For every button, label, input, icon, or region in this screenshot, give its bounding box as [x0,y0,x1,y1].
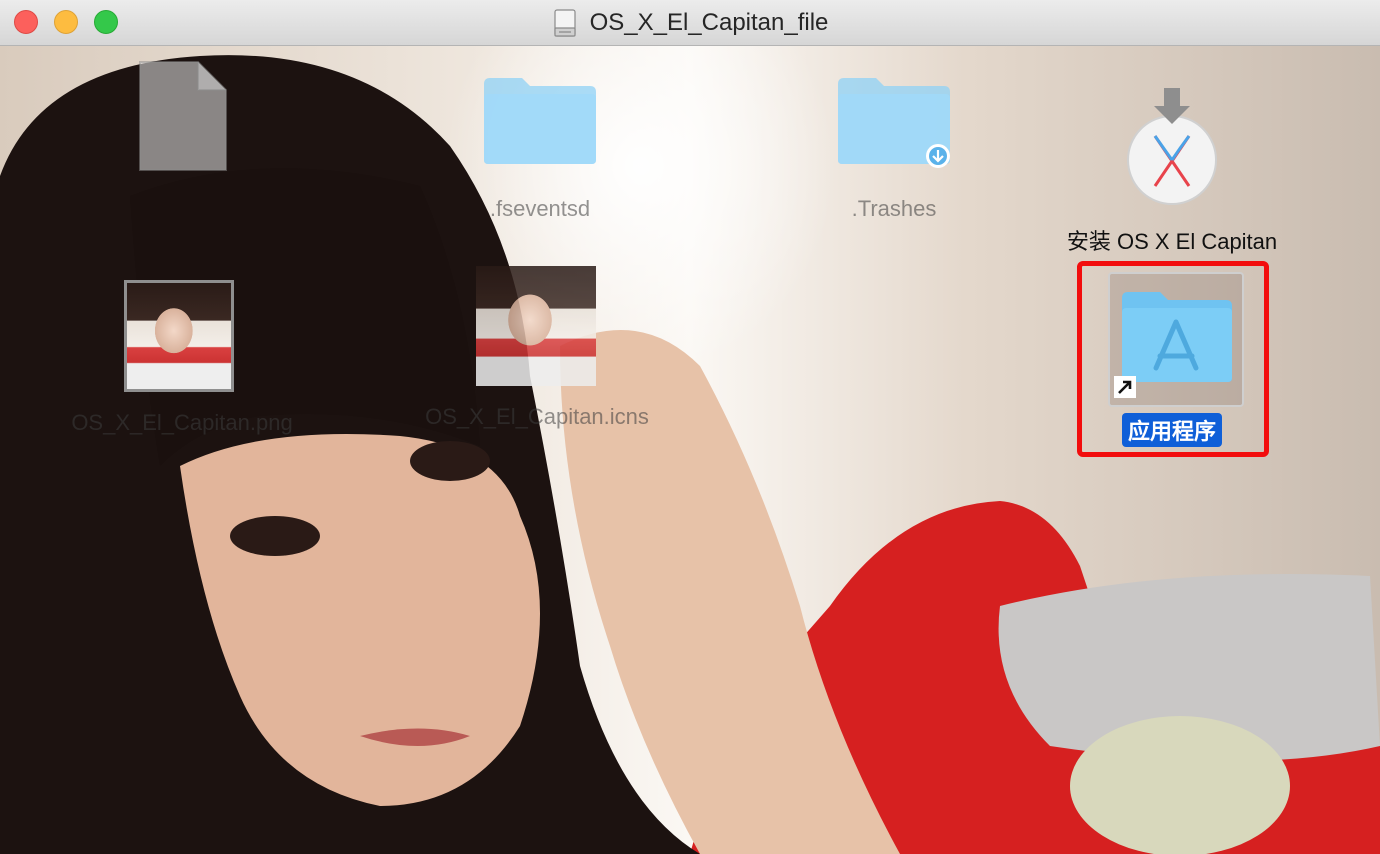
title-area: OS_X_El_Capitan_file [0,0,1380,46]
folder-item-fseventsd[interactable]: .fseventsd [450,74,630,224]
icns-label: OS_X_El_Capitan.icns [425,404,649,429]
finder-window: OS_X_El_Capitan_file .fseventsd .Trashes… [0,0,1380,854]
folder-icon [484,78,596,164]
generic-file-icon [139,61,227,171]
installer-label: 安装 OS X El Capitan [1066,229,1278,254]
folder-icon [838,78,950,168]
applications-folder-icon [1122,292,1232,382]
title-bar[interactable]: OS_X_El_Capitan_file [0,0,1380,46]
window-title: OS_X_El_Capitan_file [589,9,829,36]
os-x-installer-icon [1127,88,1217,205]
file-item-hidden[interactable] [120,60,244,230]
image-label: OS_X_El_Capitan.png [71,410,293,435]
applications-alias-label: 应用程序 [1122,413,1223,447]
alias-arrow-icon [1114,376,1136,398]
applications-alias-item[interactable] [1108,272,1244,407]
image-thumbnail [124,280,234,392]
folder-label: .fseventsd [489,196,591,221]
disk-icon [553,9,576,37]
folder-label: .Trashes [851,196,937,221]
installer-item[interactable]: 安装 OS X El Capitan [1050,86,1294,256]
finder-content-area[interactable]: .fseventsd .Trashes 安装 OS X El Capitan O… [0,46,1380,854]
image-item-png[interactable]: OS_X_El_Capitan.png [60,280,304,440]
icns-thumbnail [476,266,596,386]
image-item-icns[interactable]: OS_X_El_Capitan.icns [410,266,664,436]
folder-item-trashes[interactable]: .Trashes [804,74,984,224]
